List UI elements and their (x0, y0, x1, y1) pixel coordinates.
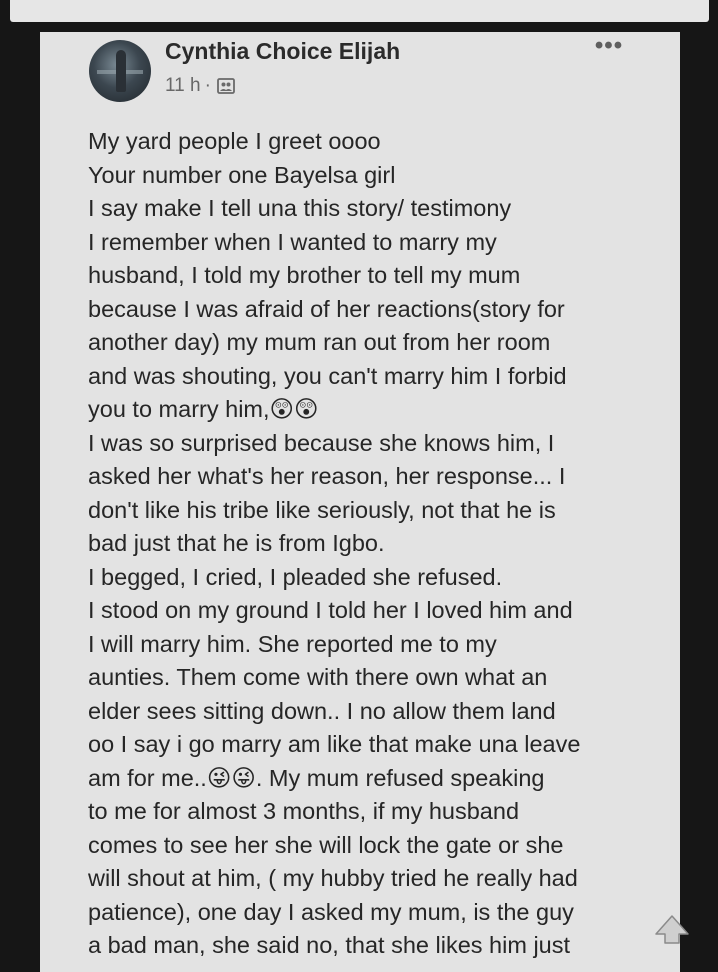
post-text-line: don't like his tribe like seriously, not… (88, 496, 556, 523)
scroll-to-top-icon[interactable] (652, 912, 692, 946)
post-text-line: to me for almost 3 months, if my husband (88, 798, 520, 824)
post-text-line: another day) my mum ran out from her roo… (88, 329, 551, 355)
post-text-line: comes to see her she will lock the gate … (88, 831, 564, 858)
post-text-line: and was shouting, you can't marry him I … (88, 362, 567, 389)
post-text-line: oo I say i go marry am like that make un… (88, 731, 581, 757)
more-options-icon[interactable]: ••• (593, 34, 625, 62)
avatar-figure (116, 50, 126, 92)
post-text: My yard people I greet oooo Your number o… (88, 125, 668, 963)
post-text-line: husband, I told my brother to tell my mu… (88, 262, 521, 288)
post-card: Cynthia Choice Elijah 11 h · ••• My yard… (40, 32, 680, 972)
post-text-line: you to marry him,😲😲 (88, 396, 319, 422)
post-text-line: bad just that he is from Igbo. (88, 530, 385, 556)
post-text-line: will shout at him, ( my hubby tried he r… (88, 865, 578, 891)
post-text-line: I will marry him. She reported me to my (88, 630, 497, 657)
meta-separator: · (204, 75, 211, 96)
post-text-line: I was so surprised because she knows him… (88, 429, 555, 456)
post-text-line: I stood on my ground I told her I loved … (88, 597, 573, 623)
avatar[interactable] (89, 40, 151, 102)
previous-card-edge (10, 0, 709, 22)
post-text-line: I remember when I wanted to marry my (88, 228, 497, 255)
post-text-line: I say make I tell una this story/ testim… (88, 195, 512, 221)
post-text-line: elder sees sitting down.. I no allow the… (88, 697, 556, 724)
friends-icon (217, 78, 235, 94)
author-name[interactable]: Cynthia Choice Elijah (165, 38, 400, 65)
post-text-line: Your number one Bayelsa girl (88, 161, 396, 188)
post-text-line: a bad man, she said no, that she likes h… (88, 932, 571, 958)
post-meta: 11 h · (165, 75, 235, 97)
post-text-line: because I was afraid of her reactions(st… (88, 295, 565, 322)
post-text-line: I begged, I cried, I pleaded she refused… (88, 563, 503, 590)
post-text-line: aunties. Them come with there own what a… (88, 664, 548, 690)
post-text-line: patience), one day I asked my mum, is th… (88, 898, 574, 925)
post-text-line: My yard people I greet oooo (88, 128, 381, 154)
post-text-line: am for me..😜😜. My mum refused speaking (88, 764, 545, 791)
post-time[interactable]: 11 h (165, 75, 201, 97)
post-text-line: asked her what's her reason, her respons… (88, 463, 566, 489)
